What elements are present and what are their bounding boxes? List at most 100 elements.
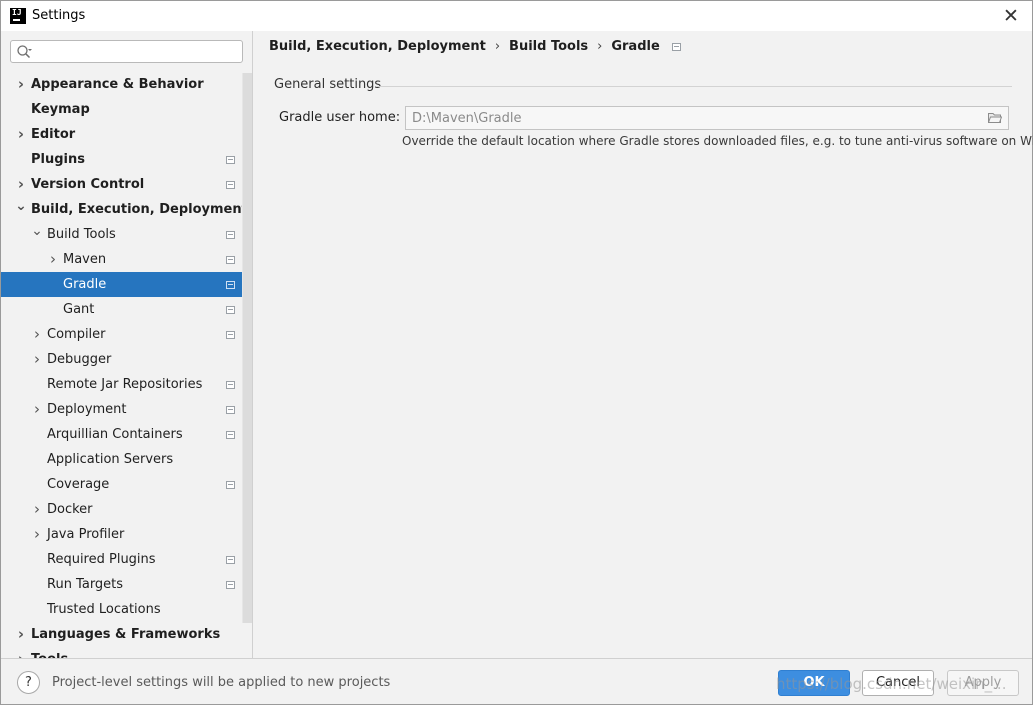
section-title: General settings: [274, 77, 382, 92]
close-button[interactable]: ✕: [1000, 5, 1022, 27]
chevron-right-icon[interactable]: ›: [31, 322, 43, 347]
sidebar-item-tools[interactable]: › Tools: [1, 647, 252, 658]
sidebar-item-label: Run Targets: [47, 577, 124, 592]
sidebar-item-docker[interactable]: › Docker: [1, 497, 252, 522]
sidebar-item-java-profiler[interactable]: › Java Profiler: [1, 522, 252, 547]
chevron-right-icon[interactable]: ›: [31, 497, 43, 522]
search-input[interactable]: [10, 40, 243, 63]
project-level-icon: [226, 256, 235, 264]
sidebar-item-label: Java Profiler: [47, 527, 125, 542]
breadcrumb-item: Gradle: [611, 39, 660, 54]
project-level-icon: [226, 581, 235, 589]
sidebar-item-label: Gradle: [63, 277, 107, 292]
search-icon[interactable]: [16, 44, 32, 60]
sidebar-item-label: Version Control: [31, 177, 145, 192]
breadcrumb: Build, Execution, Deployment › Build Tools…: [269, 39, 681, 54]
breadcrumb-separator: ›: [597, 39, 603, 54]
chevron-right-icon[interactable]: ›: [15, 172, 27, 197]
sidebar-item-keymap[interactable]: Keymap: [1, 97, 252, 122]
sidebar-item-plugins[interactable]: Plugins: [1, 147, 252, 172]
sidebar-item-required-plugins[interactable]: Required Plugins: [1, 547, 252, 572]
sidebar-item-label: Arquillian Containers: [47, 427, 183, 442]
project-level-icon: [226, 556, 235, 564]
chevron-right-icon[interactable]: ›: [15, 122, 27, 147]
sidebar-item-label: Remote Jar Repositories: [47, 377, 203, 392]
sidebar-item-maven[interactable]: › Maven: [1, 247, 252, 272]
sidebar-item-languages-frameworks[interactable]: › Languages & Frameworks: [1, 622, 252, 647]
sidebar-item-appearance-behavior[interactable]: › Appearance & Behavior: [1, 72, 252, 97]
watermark: https://blog.csdn.net/weixin_...: [776, 675, 1007, 693]
sidebar-item-label: Editor: [31, 127, 76, 142]
sidebar-item-label: Build, Execution, Deployment: [31, 202, 248, 217]
close-icon[interactable]: ✕: [1003, 5, 1019, 27]
sidebar-item-arquillian-containers[interactable]: Arquillian Containers: [1, 422, 252, 447]
project-level-icon: [226, 306, 235, 314]
sidebar-item-label: Keymap: [31, 102, 90, 117]
title-bar: IJ Settings ✕: [1, 1, 1032, 31]
sidebar-item-label: Plugins: [31, 152, 85, 167]
sidebar-item-label: Trusted Locations: [47, 602, 161, 617]
settings-sidebar: › Appearance & Behavior Keymap › Editor Plugi…: [1, 31, 252, 658]
window-title: Settings: [32, 8, 86, 23]
sidebar-item-editor[interactable]: › Editor: [1, 122, 252, 147]
chevron-down-icon[interactable]: ⌄: [31, 222, 43, 247]
project-level-icon: [226, 231, 235, 239]
intellij-app-icon: IJ: [10, 8, 26, 24]
sidebar-item-compiler[interactable]: › Compiler: [1, 322, 252, 347]
sidebar-item-label: Languages & Frameworks: [31, 627, 221, 642]
sidebar-item-application-servers[interactable]: Application Servers: [1, 447, 252, 472]
breadcrumb-separator: ›: [494, 39, 501, 54]
chevron-right-icon[interactable]: ›: [15, 72, 27, 97]
sidebar-item-remote-jar-repositories[interactable]: Remote Jar Repositories: [1, 372, 252, 397]
project-level-icon: [226, 331, 235, 339]
sidebar-item-label: Required Plugins: [47, 552, 156, 567]
sidebar-item-label: Compiler: [47, 327, 106, 342]
sidebar-item-label: Tools: [31, 647, 68, 658]
sidebar-item-debugger[interactable]: › Debugger: [1, 347, 252, 372]
gradle-home-label: Gradle user home:: [279, 110, 401, 125]
sidebar-item-build-tools[interactable]: ⌄ Build Tools: [1, 222, 252, 247]
project-level-icon: [226, 431, 235, 439]
sidebar-item-label: Build Tools: [47, 227, 116, 242]
chevron-right-icon[interactable]: ›: [31, 347, 43, 372]
breadcrumb-item[interactable]: Build, Execution, Deployment: [269, 39, 486, 54]
status-text: Project-level settings will be applied t…: [52, 675, 391, 690]
sidebar-item-coverage[interactable]: Coverage: [1, 472, 252, 497]
project-level-icon: [226, 156, 235, 164]
sidebar-item-build-execution-deployment[interactable]: ⌄ Build, Execution, Deployment: [1, 197, 252, 222]
sidebar-scrollbar[interactable]: [242, 73, 252, 623]
sidebar-item-gradle[interactable]: Gradle: [1, 272, 252, 297]
sidebar-item-label: Coverage: [47, 477, 110, 492]
sidebar-item-run-targets[interactable]: Run Targets: [1, 572, 252, 597]
settings-tree: › Appearance & Behavior Keymap › Editor Plugi…: [1, 72, 252, 658]
sidebar-item-gant[interactable]: Gant: [1, 297, 252, 322]
sidebar-item-label: Maven: [63, 252, 107, 267]
project-level-icon: [226, 281, 235, 289]
chevron-right-icon[interactable]: ›: [31, 522, 43, 547]
project-level-icon: [226, 181, 235, 189]
chevron-right-icon[interactable]: ›: [47, 247, 59, 272]
chevron-down-icon[interactable]: ⌄: [15, 197, 27, 222]
settings-window: IJ Settings ✕ › Appearance & Behavior Keym…: [0, 0, 1033, 705]
breadcrumb-item[interactable]: Build Tools: [509, 39, 588, 54]
project-level-icon: [226, 381, 235, 389]
sidebar-item-label: Docker: [47, 502, 93, 517]
chevron-right-icon[interactable]: ›: [15, 622, 27, 647]
gradle-home-field[interactable]: [405, 106, 1009, 130]
sidebar-item-label: Gant: [63, 302, 95, 317]
project-level-icon: [226, 406, 235, 414]
sidebar-item-deployment[interactable]: › Deployment: [1, 397, 252, 422]
sidebar-item-label: Deployment: [47, 402, 127, 417]
sidebar-item-version-control[interactable]: › Version Control: [1, 172, 252, 197]
help-button[interactable]: ?: [17, 671, 40, 694]
sidebar-item-label: Application Servers: [47, 452, 174, 467]
sidebar-item-trusted-locations[interactable]: Trusted Locations: [1, 597, 252, 622]
folder-icon[interactable]: [988, 112, 1002, 124]
project-level-icon: [671, 42, 681, 51]
project-level-icon: [226, 481, 235, 489]
chevron-right-icon[interactable]: ›: [15, 647, 27, 658]
section-divider: [376, 86, 1012, 87]
sidebar-item-label: Appearance & Behavior: [31, 77, 204, 92]
sidebar-item-label: Debugger: [47, 352, 112, 367]
chevron-right-icon[interactable]: ›: [31, 397, 43, 422]
